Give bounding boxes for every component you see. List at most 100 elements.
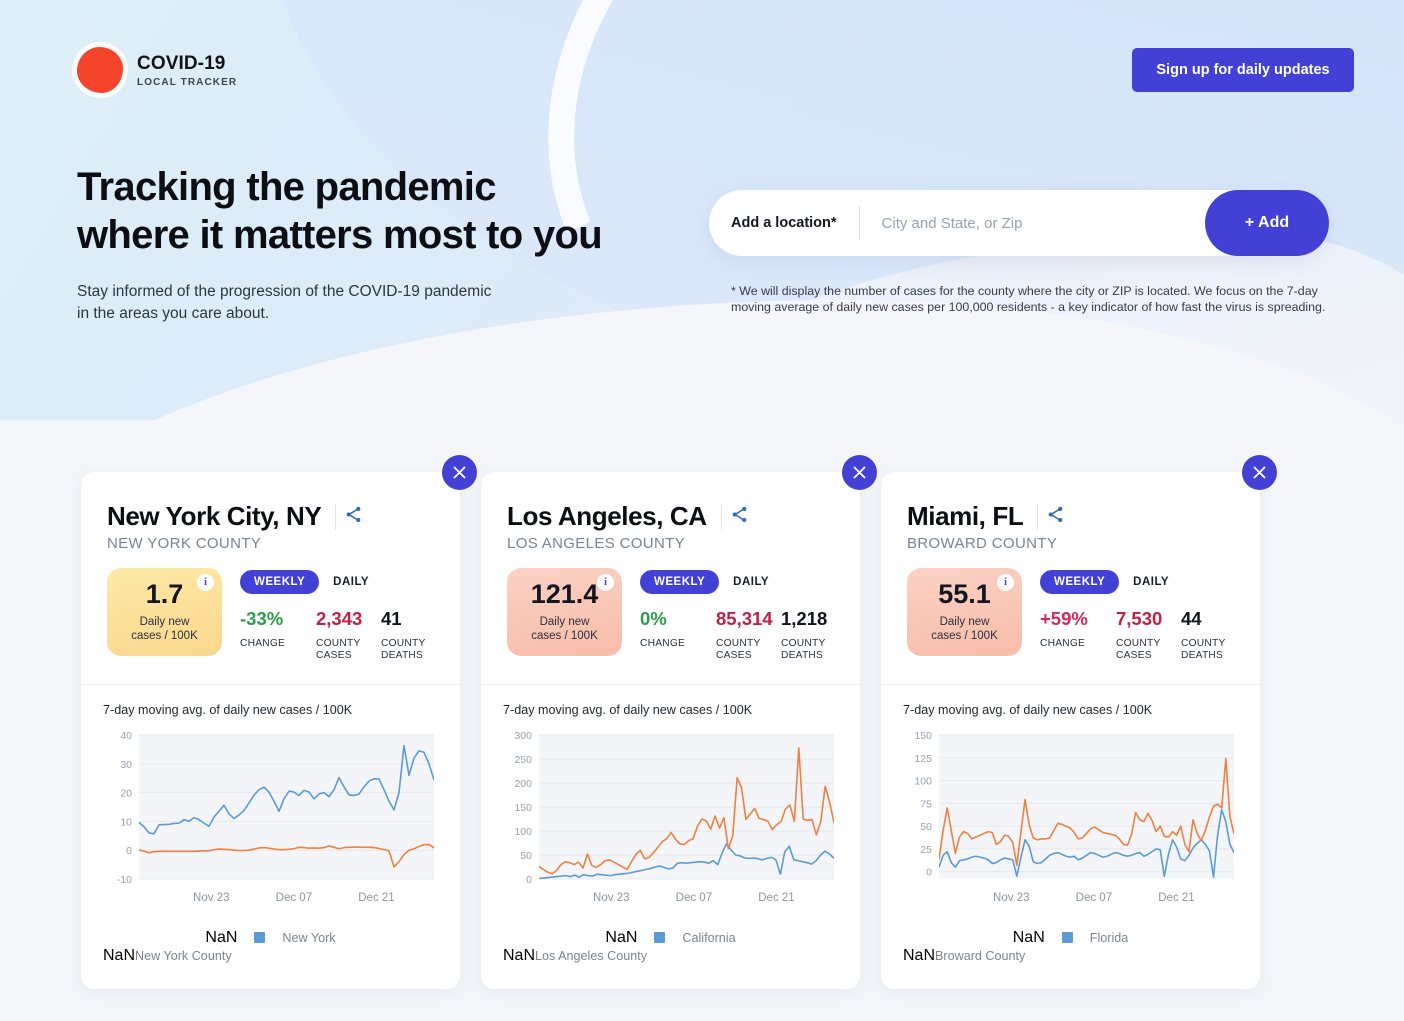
toggle-weekly[interactable]: WEEKLY — [240, 570, 320, 594]
location-disclaimer: * We will display the number of cases fo… — [731, 284, 1326, 314]
location-card-list: New York City, NY NEW YORK COUNTY i 1.7 Dail… — [81, 455, 1277, 989]
county-deaths-caption-line1: COUNTY — [381, 637, 426, 649]
share-icon[interactable] — [730, 505, 749, 529]
legend-swatch — [654, 932, 666, 943]
change-stat: +59% CHANGE — [1040, 609, 1116, 662]
x-axis-tick-label: Dec 21 — [1158, 892, 1194, 904]
y-axis-tick-label: 30 — [120, 758, 132, 770]
brand-title: COVID-19 — [137, 52, 226, 74]
y-axis-tick-label: 150 — [514, 802, 532, 814]
info-icon[interactable]: i — [197, 574, 214, 591]
y-axis-tick-label: -10 — [117, 874, 132, 886]
chart-holder: 40 30 20 10 0 -10 Nov 23 Dec 07 Dec 21 — [103, 727, 438, 917]
county-cases-caption-line2: CASES — [716, 649, 752, 661]
x-axis-tick-label: Nov 23 — [993, 892, 1029, 904]
stats-detail: WEEKLY DAILY +59% CHANGE 7,530 COUNTY CASES 44 C… — [1022, 568, 1243, 662]
share-icon[interactable] — [1046, 505, 1065, 529]
toggle-weekly[interactable]: WEEKLY — [640, 570, 720, 594]
metric-caption-line1: Daily new — [139, 616, 190, 628]
chart-holder: 150 125 100 75 50 25 0 Nov 23 Dec 07 Dec 21 — [903, 727, 1238, 917]
legend-swatch — [1061, 932, 1073, 943]
legend-label: New York County — [135, 948, 232, 963]
add-location-button[interactable]: + Add — [1205, 190, 1329, 256]
share-divider — [720, 503, 722, 530]
info-icon[interactable]: i — [997, 574, 1014, 591]
location-search-input[interactable] — [859, 214, 1205, 232]
toggle-daily[interactable]: DAILY — [333, 576, 369, 588]
change-stat: -33% CHANGE — [240, 608, 316, 662]
y-axis-tick-label: 50 — [520, 850, 532, 862]
y-axis-tick-label: 125 — [914, 752, 932, 764]
remove-location-button[interactable] — [842, 455, 877, 490]
county-cases-caption-line1: COUNTY — [316, 637, 361, 649]
county-cases-value: 2,343 — [316, 608, 363, 629]
share-divider — [1037, 503, 1039, 530]
change-value: -33% — [240, 608, 284, 629]
county-cases-stat: 85,314 COUNTY CASES — [716, 608, 781, 662]
chart-section: 7-day moving avg. of daily new cases / 1… — [881, 685, 1260, 965]
change-caption: CHANGE — [240, 637, 286, 649]
county-deaths-caption: COUNTY DEATHS — [781, 638, 843, 662]
remove-location-button[interactable] — [442, 455, 477, 490]
county-cases-caption: COUNTY CASES — [716, 638, 781, 662]
legend-label: Florida — [1089, 930, 1129, 945]
city-name: New York City, NY — [107, 501, 322, 531]
stats-row: i 55.1 Daily new cases / 100K WEEKLY DAILY +59… — [907, 568, 1234, 662]
chart-canvas: 150 125 100 75 50 25 0 Nov 23 Dec 07 Dec 21 — [914, 730, 1234, 904]
y-axis-tick-label: 0 — [126, 845, 132, 857]
card-header: Miami, FL BROWARD COUNTY i 55.1 Daily new cas… — [881, 472, 1260, 662]
county-deaths-stat: 41 COUNTY DEATHS — [381, 608, 443, 662]
x-axis-tick-label: Dec 07 — [276, 892, 312, 904]
daily-new-cases-value: 121.4 — [530, 579, 599, 609]
toggle-daily[interactable]: DAILY — [1133, 576, 1169, 588]
share-icon[interactable] — [344, 505, 363, 529]
county-deaths-caption-line1: COUNTY — [1181, 637, 1226, 649]
chart-holder: 300 250 200 150 100 50 0 Nov 23 Dec 07 Dec 21 — [503, 727, 838, 917]
y-axis-tick-label: 40 — [120, 730, 132, 742]
y-axis-tick-label: 20 — [120, 787, 132, 799]
stats-row: i 121.4 Daily new cases / 100K WEEKLY DAILY 0%… — [507, 568, 834, 662]
county-cases-caption: COUNTY CASES — [316, 638, 381, 662]
stats-detail: WEEKLY DAILY 0% CHANGE 85,314 COUNTY CASES 1,21… — [622, 568, 843, 662]
toggle-daily[interactable]: DAILY — [733, 576, 769, 588]
y-axis-tick-label: 75 — [920, 798, 932, 810]
virus-dot-icon — [77, 47, 123, 93]
daily-new-cases-label: Daily new cases / 100K — [531, 615, 597, 643]
x-axis-tick-label: Dec 07 — [676, 892, 712, 904]
x-axis-tick-label: Nov 23 — [593, 892, 629, 904]
county-name: NEW YORK COUNTY — [107, 535, 262, 552]
info-icon[interactable]: i — [597, 574, 614, 591]
chart-legend: NaN New York — [205, 928, 336, 946]
y-axis-tick-label: 25 — [920, 843, 932, 855]
daily-new-cases-label: Daily new cases / 100K — [131, 615, 197, 643]
page-subtitle-line2: in the areas you care about. — [77, 305, 270, 322]
county-cases-value: 85,314 — [716, 608, 773, 629]
county-cases-stat: 2,343 COUNTY CASES — [316, 608, 381, 662]
legend-label: Los Angeles County — [535, 948, 648, 963]
remove-location-button[interactable] — [1242, 455, 1277, 490]
toggle-weekly[interactable]: WEEKLY — [1040, 570, 1120, 594]
period-toggle: WEEKLY DAILY — [640, 568, 843, 594]
city-row: Miami, FL — [907, 501, 1234, 532]
signup-button[interactable]: Sign up for daily updates — [1132, 48, 1354, 92]
card-header: Los Angeles, CA LOS ANGELES COUNTY i 121.4 D… — [481, 472, 860, 662]
chart-canvas: 40 30 20 10 0 -10 Nov 23 Dec 07 Dec 21 — [117, 730, 434, 904]
page-root: COVID-19 LOCAL TRACKER Sign up for daily… — [0, 0, 1404, 1021]
x-axis-tick-label: Dec 21 — [358, 892, 394, 904]
change-stat: 0% CHANGE — [640, 609, 716, 662]
county-deaths-value: 44 — [1181, 608, 1202, 629]
legend-label: California — [682, 930, 736, 945]
location-card: Miami, FL BROWARD COUNTY i 55.1 Daily new cas… — [881, 455, 1277, 989]
change-caption: CHANGE — [640, 637, 686, 649]
county-name: BROWARD COUNTY — [907, 535, 1058, 552]
brand-logo[interactable]: COVID-19 LOCAL TRACKER — [77, 47, 237, 93]
numbers-row: 0% CHANGE 85,314 COUNTY CASES 1,218 COUNTY DEAT… — [640, 608, 843, 662]
x-axis-tick-label: Nov 23 — [193, 892, 229, 904]
daily-new-cases-label: Daily new cases / 100K — [931, 615, 997, 643]
y-axis-tick-label: 200 — [514, 778, 532, 790]
city-row: New York City, NY — [107, 501, 434, 532]
page-subtitle-line1: Stay informed of the progression of the … — [77, 283, 492, 300]
county-deaths-value: 41 — [381, 608, 402, 629]
county-deaths-caption-line2: DEATHS — [1181, 649, 1224, 661]
metric-caption-line1: Daily new — [939, 616, 990, 628]
